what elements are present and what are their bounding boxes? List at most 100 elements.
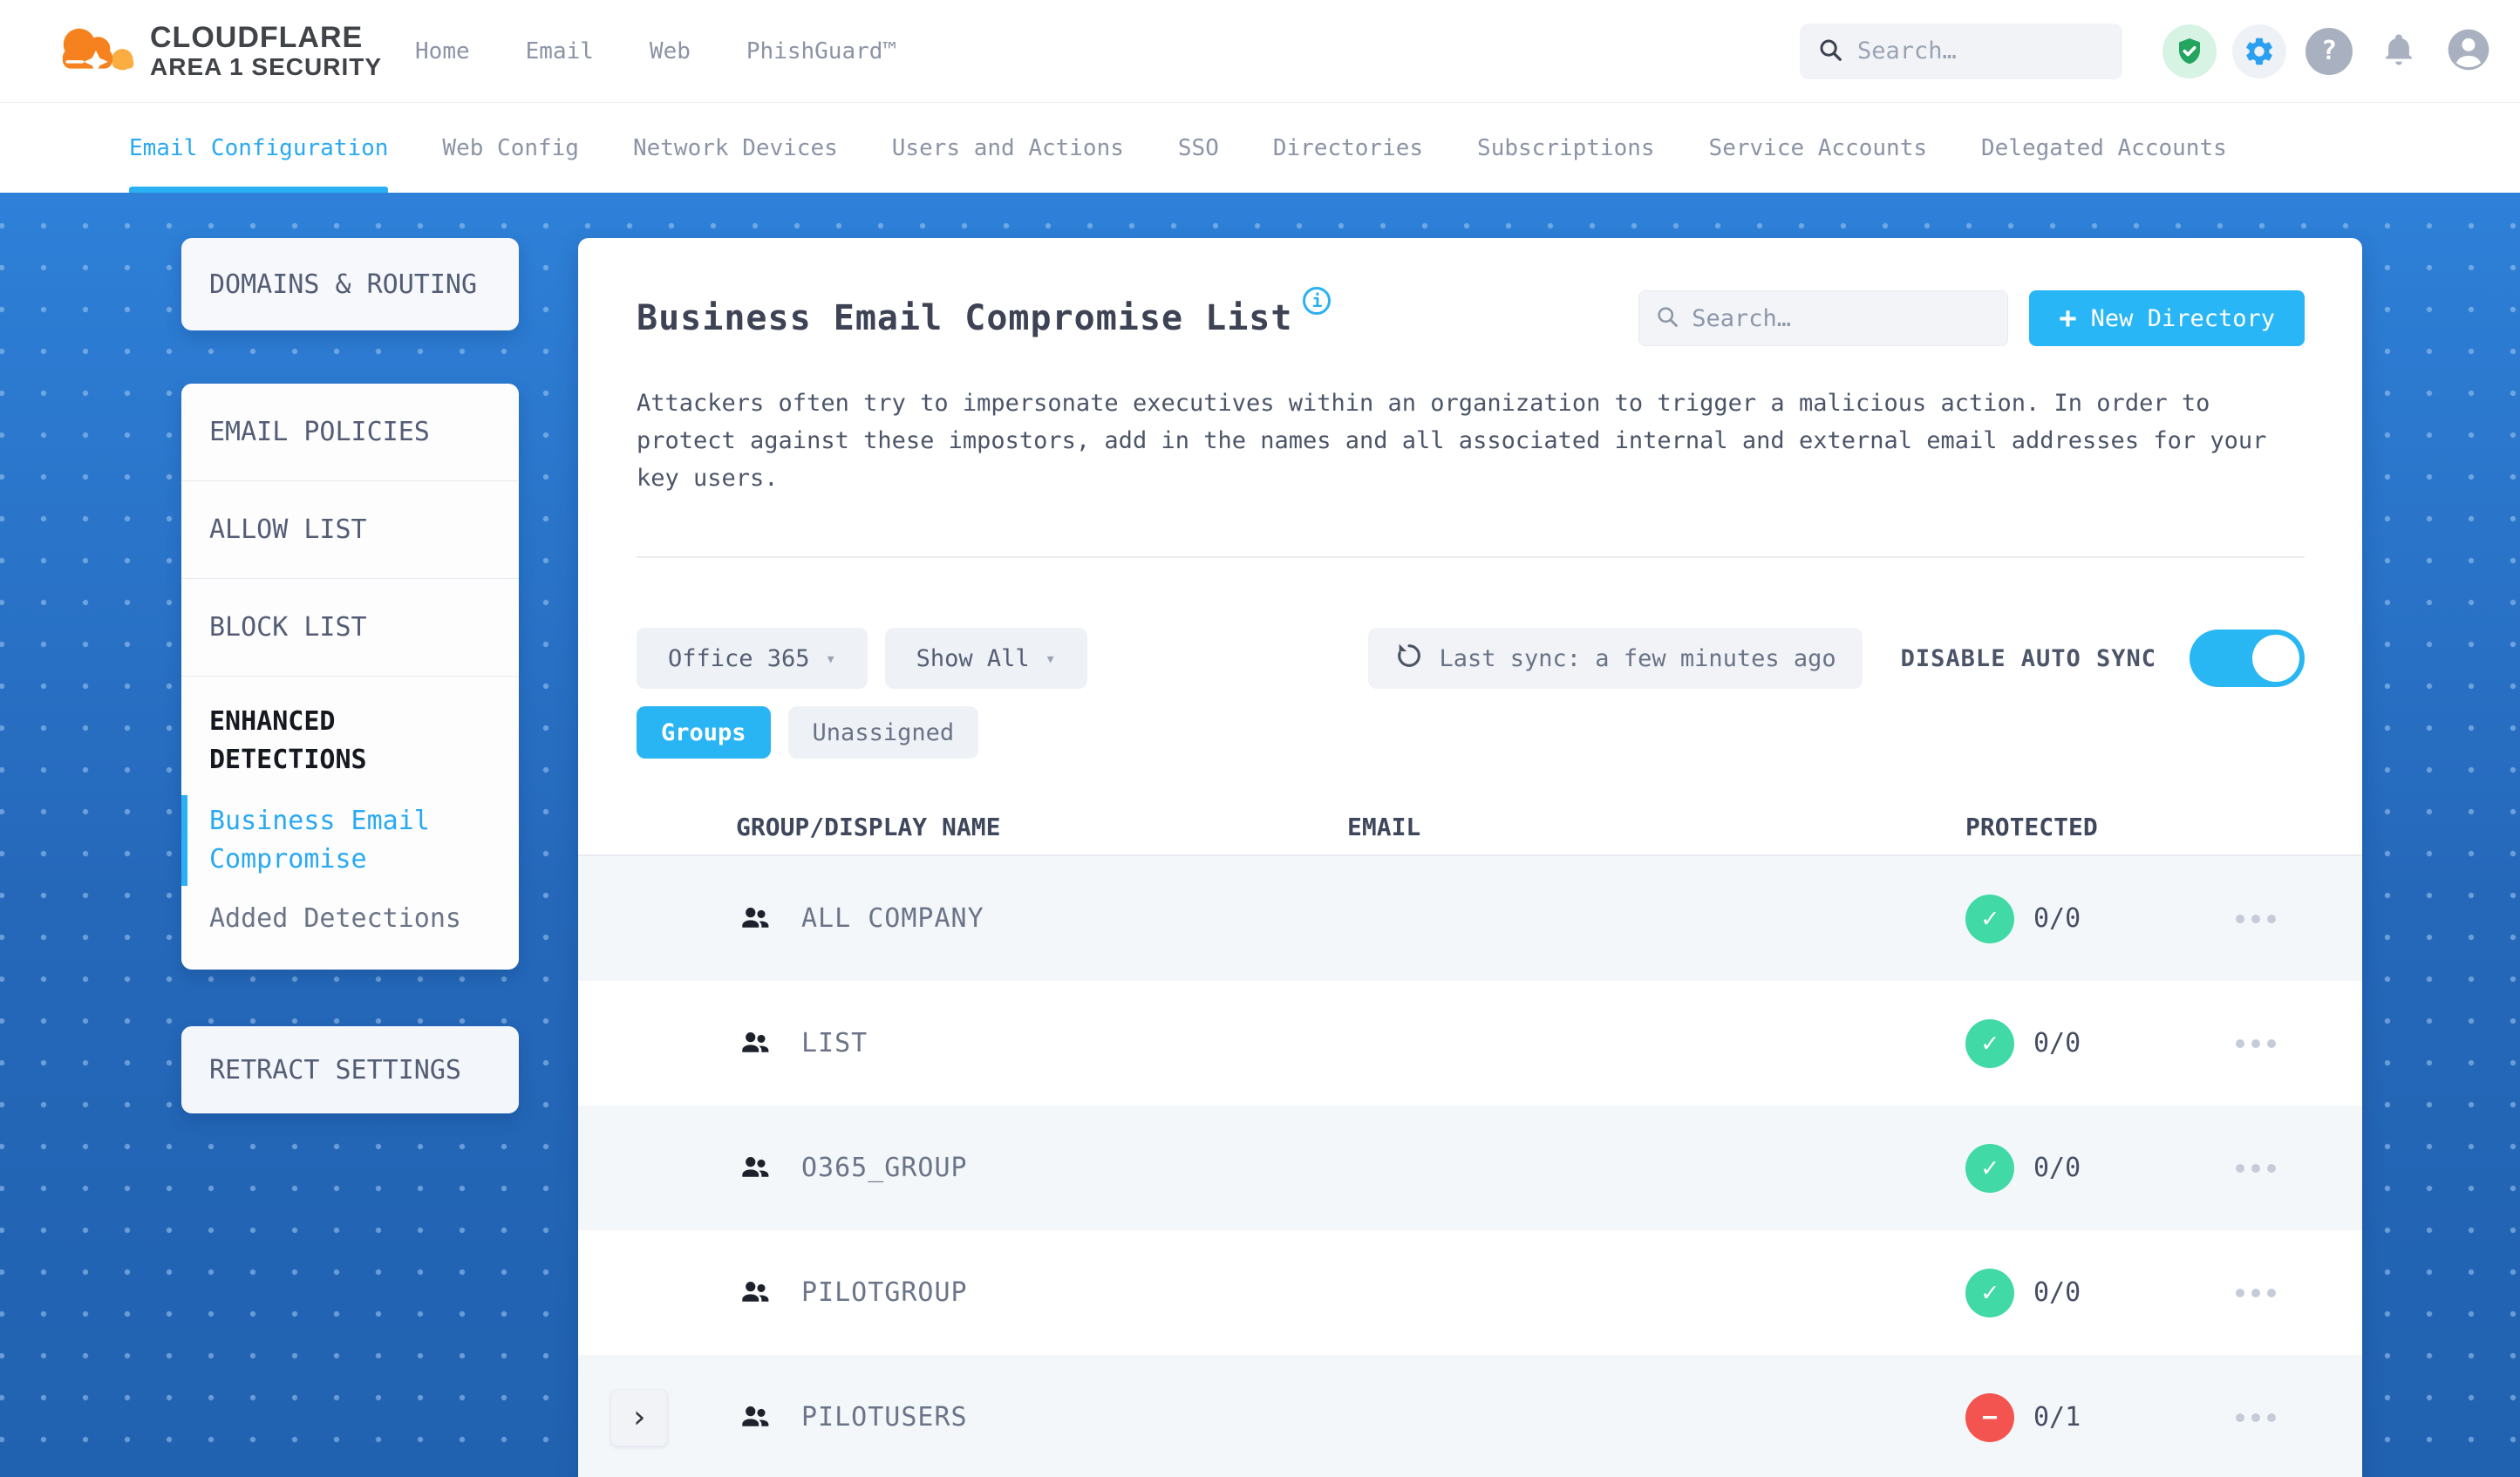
tab-web-config[interactable]: Web Config <box>442 103 579 193</box>
group-name: ALL COMPANY <box>801 903 984 934</box>
logo-brand: CLOUDFLARE <box>150 21 364 55</box>
refresh-icon <box>1394 641 1424 677</box>
user-avatar-icon <box>2444 25 2493 78</box>
chevron-down-icon: ▾ <box>825 648 836 669</box>
table-row: PILOTGROUP ✓ 0/0 <box>578 1230 2362 1355</box>
sidebar-item-allow-list[interactable]: ALLOW LIST <box>181 481 519 579</box>
column-header-protected: PROTECTED <box>1965 812 2098 841</box>
tab-email-configuration[interactable]: Email Configuration <box>129 103 389 193</box>
people-icon <box>742 1406 769 1426</box>
sidebar-item-domains-routing[interactable]: DOMAINS & ROUTING <box>181 238 519 330</box>
protected-count: 0/1 <box>2033 1402 2081 1433</box>
cloudflare-logo[interactable]: CLOUDFLARE AREA 1 SECURITY <box>51 21 382 82</box>
global-search-input[interactable] <box>1857 37 2105 65</box>
cloudflare-cloud-icon <box>51 21 141 82</box>
divider <box>637 556 2305 558</box>
groups-table: GROUP/DISPLAY NAME EMAIL PROTECTED ALL C… <box>578 799 2362 1477</box>
list-search[interactable] <box>1638 290 2009 346</box>
chevron-right-icon: › <box>630 1399 649 1435</box>
last-sync-status[interactable]: Last sync: a few minutes ago <box>1367 628 1863 689</box>
status-ok-icon: ✓ <box>1965 1018 2014 1068</box>
table-row: ALL COMPANY ✓ 0/0 <box>578 856 2362 981</box>
list-search-input[interactable] <box>1692 304 1992 332</box>
column-header-name: GROUP/DISPLAY NAME <box>736 812 1001 841</box>
tab-network-devices[interactable]: Network Devices <box>633 103 838 193</box>
row-actions-menu[interactable] <box>2232 1280 2279 1306</box>
protected-cell: ✓ 0/0 <box>1874 1268 2205 1317</box>
sidebar: DOMAINS & ROUTING EMAIL POLICIES ALLOW L… <box>181 238 519 1477</box>
table-row: O365_GROUP ✓ 0/0 <box>578 1106 2362 1230</box>
row-actions-menu[interactable] <box>2232 1155 2279 1181</box>
column-header-email: EMAIL <box>1347 812 1421 841</box>
row-actions-menu[interactable] <box>2232 906 2279 932</box>
auto-sync-toggle[interactable] <box>2190 630 2305 687</box>
page-title: Business Email Compromise List <box>637 298 1293 338</box>
people-icon <box>742 1281 769 1302</box>
settings-button[interactable] <box>2232 24 2286 78</box>
group-name: PILOTUSERS <box>801 1402 968 1433</box>
global-search[interactable] <box>1800 23 2122 79</box>
row-actions-menu[interactable] <box>2232 1031 2279 1057</box>
directory-select-value: Office 365 <box>668 644 810 672</box>
group-name: PILOTGROUP <box>801 1277 968 1308</box>
content-card: Business Email Compromise List i + New D… <box>578 238 2362 1477</box>
tab-sso[interactable]: SSO <box>1178 103 1219 193</box>
group-name: O365_GROUP <box>801 1153 968 1183</box>
tab-subscriptions[interactable]: Subscriptions <box>1477 103 1655 193</box>
group-icon-cell <box>668 901 781 937</box>
group-icon-cell <box>668 1150 781 1187</box>
shield-check-icon <box>2162 24 2217 78</box>
security-status-button[interactable] <box>2162 24 2217 78</box>
help-icon: ? <box>2305 27 2353 75</box>
people-icon <box>742 1031 769 1052</box>
top-nav-home[interactable]: Home <box>415 38 470 65</box>
tab-users-and-actions[interactable]: Users and Actions <box>892 103 1124 193</box>
group-name: LIST <box>801 1028 868 1058</box>
status-blocked-icon: − <box>1965 1392 2014 1442</box>
new-directory-label: New Directory <box>2090 304 2275 332</box>
sidebar-item-block-list[interactable]: BLOCK LIST <box>181 579 519 677</box>
row-actions-menu[interactable] <box>2232 1405 2279 1431</box>
sidebar-item-email-policies[interactable]: EMAIL POLICIES <box>181 384 519 481</box>
view-tab-groups[interactable]: Groups <box>637 706 771 759</box>
table-row: › PILOTUSERS − 0/1 <box>578 1355 2362 1477</box>
top-nav-web[interactable]: Web <box>650 38 691 65</box>
new-directory-button[interactable]: + New Directory <box>2029 290 2305 346</box>
info-icon[interactable]: i <box>1303 287 1332 315</box>
group-icon-cell <box>668 1025 781 1062</box>
search-icon <box>1817 37 1843 66</box>
actions-cell <box>2205 1155 2336 1181</box>
expand-row-button[interactable]: › <box>610 1388 668 1446</box>
auto-sync-label: DISABLE AUTO SYNC <box>1900 644 2156 672</box>
search-icon <box>1655 304 1679 332</box>
tab-service-accounts[interactable]: Service Accounts <box>1709 103 1927 193</box>
last-sync-text: Last sync: a few minutes ago <box>1439 644 1836 672</box>
top-nav-email[interactable]: Email <box>526 38 594 65</box>
table-header: GROUP/DISPLAY NAME EMAIL PROTECTED <box>578 799 2362 856</box>
top-nav-phishguard[interactable]: PhishGuard™ <box>746 38 896 65</box>
protected-cell: ✓ 0/0 <box>1874 1018 2205 1068</box>
sidebar-item-business-email-compromise[interactable]: Business Email Compromise <box>181 795 491 886</box>
sidebar-item-retract-settings[interactable]: RETRACT SETTINGS <box>181 1026 519 1113</box>
actions-cell <box>2205 1031 2336 1057</box>
view-tab-unassigned[interactable]: Unassigned <box>787 706 979 759</box>
tab-directories[interactable]: Directories <box>1273 103 1423 193</box>
protected-count: 0/0 <box>2033 1153 2081 1183</box>
status-ok-icon: ✓ <box>1965 894 2014 943</box>
notifications-button[interactable] <box>2372 24 2426 78</box>
actions-cell <box>2205 1280 2336 1306</box>
show-filter-select[interactable]: Show All ▾ <box>884 628 1087 689</box>
actions-cell <box>2205 1405 2336 1431</box>
help-button[interactable]: ? <box>2302 24 2356 78</box>
logo-product: AREA 1 SECURITY <box>150 52 383 80</box>
status-ok-icon: ✓ <box>1965 1268 2014 1317</box>
table-row: LIST ✓ 0/0 <box>578 981 2362 1106</box>
sidebar-item-added-detections[interactable]: Added Detections <box>209 900 491 938</box>
view-tabs: Groups Unassigned <box>637 706 2305 759</box>
directory-select[interactable]: Office 365 ▾ <box>637 628 868 689</box>
account-button[interactable] <box>2442 24 2496 78</box>
tab-delegated-accounts[interactable]: Delegated Accounts <box>1981 103 2227 193</box>
protected-count: 0/0 <box>2033 1277 2081 1308</box>
status-ok-icon: ✓ <box>1965 1143 2014 1193</box>
card-header: Business Email Compromise List i + New D… <box>637 287 2305 346</box>
